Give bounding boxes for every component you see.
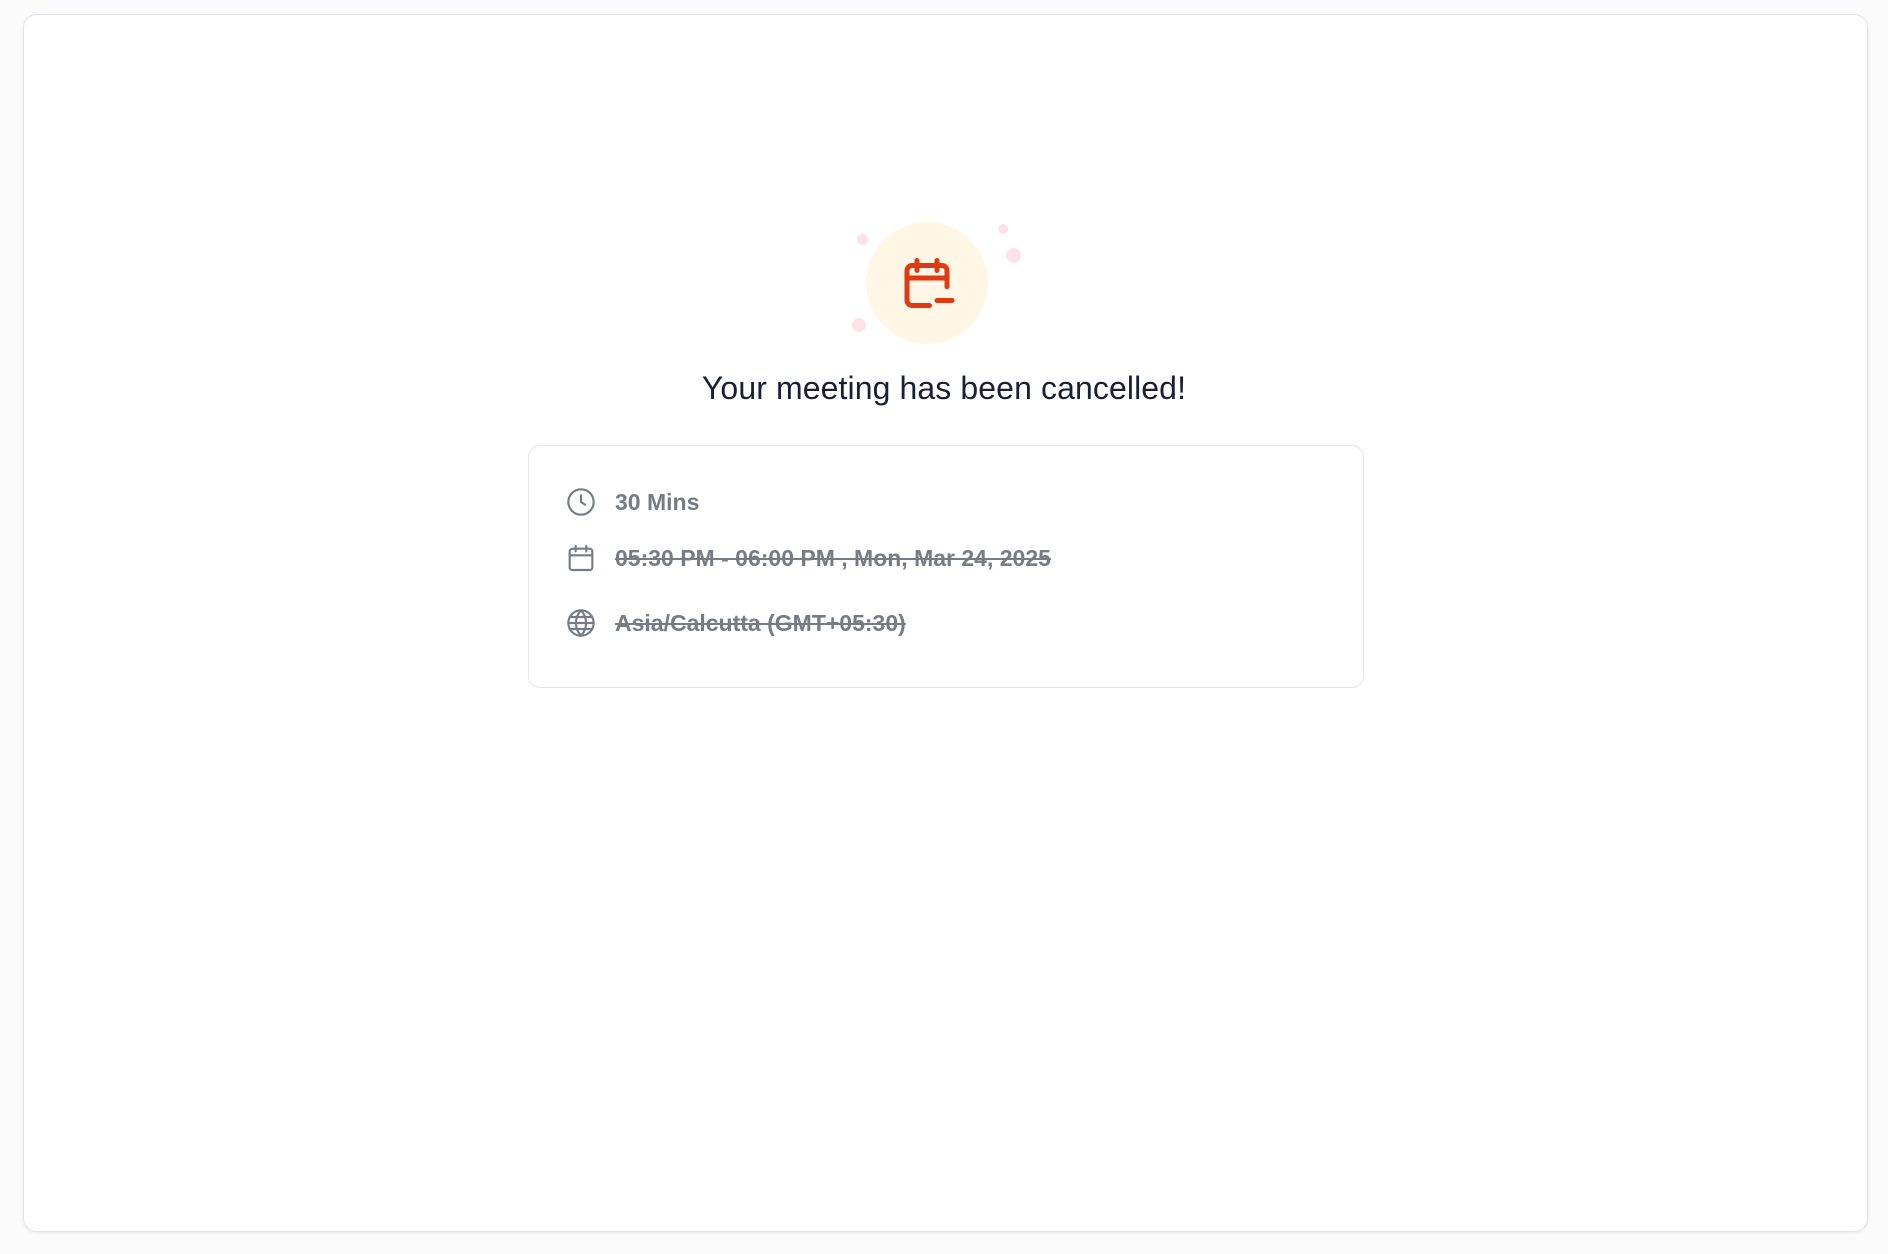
clock-icon	[565, 486, 597, 518]
page-title: Your meeting has been cancelled!	[701, 370, 1187, 406]
datetime-row: 05:30 PM - 06:00 PM , Mon, Mar 24, 2025	[565, 542, 1051, 574]
timezone-row: Asia/Calcutta (GMT+05:30)	[565, 607, 906, 639]
calendar-minus-icon	[904, 258, 955, 308]
timezone-text: Asia/Calcutta (GMT+05:30)	[615, 609, 906, 636]
calendar-minus-icon-halo	[866, 222, 988, 344]
cancel-status-graphic	[852, 222, 1021, 344]
decor-dot	[857, 234, 868, 245]
duration-text: 30 Mins	[615, 488, 700, 515]
duration-row: 30 Mins	[565, 486, 699, 518]
datetime-text: 05:30 PM - 06:00 PM , Mon, Mar 24, 2025	[615, 544, 1051, 571]
calendar-icon	[565, 542, 597, 574]
decor-dot	[852, 318, 866, 332]
globe-icon	[565, 607, 597, 639]
meeting-details-card: 30 Mins 05:30 PM - 06:00 PM , Mon, Mar 2…	[528, 445, 1364, 688]
decor-dot	[998, 224, 1008, 234]
decor-dot	[1006, 248, 1021, 263]
